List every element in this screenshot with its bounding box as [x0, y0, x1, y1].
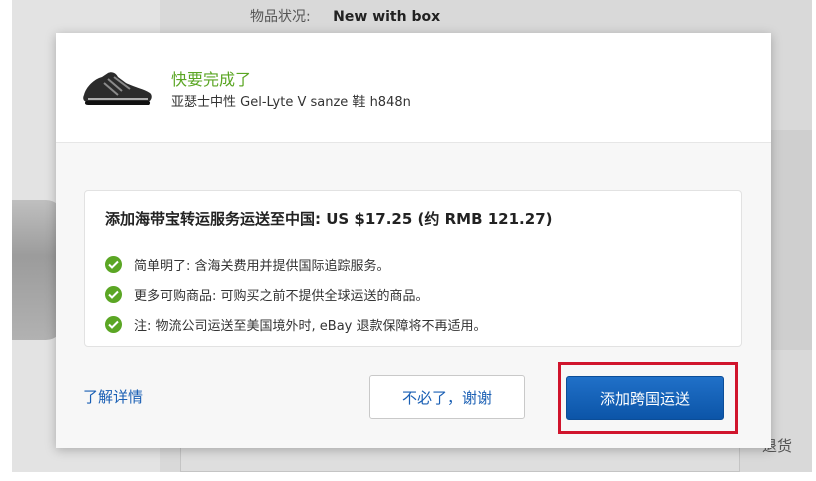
check-circle-icon [105, 255, 122, 273]
condition-label: 物品状况: [250, 9, 311, 25]
add-international-shipping-button[interactable]: 添加跨国运送 [566, 376, 724, 420]
learn-more-link[interactable]: 了解详情 [83, 386, 143, 407]
dialog-body: 添加海带宝转运服务运送至中国: US $17.25 (约 RMB 121.27)… [56, 143, 771, 448]
dialog-title: 快要完成了 [171, 70, 252, 89]
check-circle-icon [105, 285, 122, 303]
background-right-panel [771, 130, 812, 350]
benefit-item: 简单明了: 含海关费用并提供国际追踪服务。 [105, 249, 487, 279]
dialog-header: 快要完成了 亚瑟士中性 Gel-Lyte V sanze 鞋 h848n [56, 33, 771, 143]
shipping-offer-dialog: 快要完成了 亚瑟士中性 Gel-Lyte V sanze 鞋 h848n 添加海… [56, 33, 771, 448]
check-circle-icon [105, 315, 122, 333]
benefit-list: 简单明了: 含海关费用并提供国际追踪服务。 更多可购商品: 可购买之前不提供全球… [105, 249, 487, 339]
benefit-text: 注: 物流公司运送至美国境外时, eBay 退款保障将不再适用。 [134, 318, 487, 334]
offer-title: 添加海带宝转运服务运送至中国: US $17.25 (约 RMB 121.27) [105, 210, 553, 228]
benefit-text: 更多可购商品: 可购买之前不提供全球运送的商品。 [134, 288, 429, 304]
background-condition-row: 物品状况: New with box [250, 6, 440, 26]
condition-value: New with box [333, 9, 441, 25]
benefit-text: 简单明了: 含海关费用并提供国际追踪服务。 [134, 258, 390, 274]
decline-button[interactable]: 不必了，谢谢 [369, 375, 525, 419]
product-name: 亚瑟士中性 Gel-Lyte V sanze 鞋 h848n [171, 95, 411, 110]
product-shoe-thumbnail [83, 72, 152, 105]
benefit-item: 更多可购商品: 可购买之前不提供全球运送的商品。 [105, 279, 487, 309]
benefit-item: 注: 物流公司运送至美国境外时, eBay 退款保障将不再适用。 [105, 309, 487, 339]
shipping-offer-card: 添加海带宝转运服务运送至中国: US $17.25 (约 RMB 121.27)… [84, 190, 742, 347]
